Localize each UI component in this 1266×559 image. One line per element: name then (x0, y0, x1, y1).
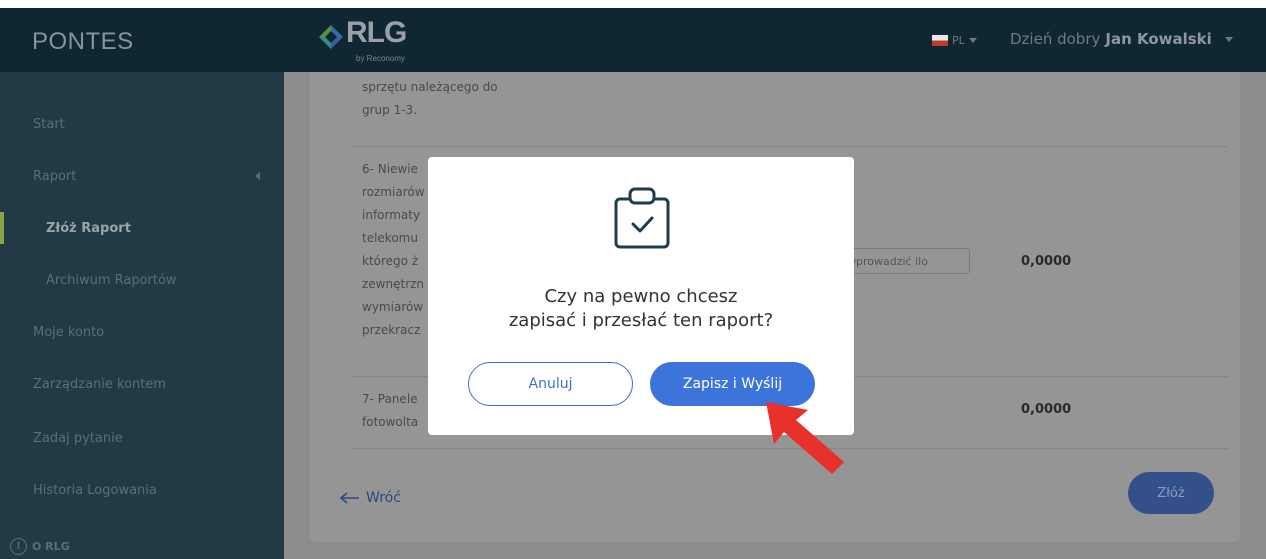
about-rlg-link[interactable]: ! O RLG (10, 538, 70, 555)
row-text-line: rozmiarów (362, 185, 425, 199)
language-label: PL (952, 34, 965, 47)
user-menu[interactable]: Dzień dobry Jan Kowalski (1010, 30, 1233, 48)
sidebar-item-start[interactable]: Start (0, 104, 284, 144)
collapse-arrow-icon (255, 172, 260, 180)
row-text-line: telekomu (362, 231, 418, 245)
red-arrow-annotation-icon (766, 402, 844, 474)
brand-title[interactable]: PONTES (32, 28, 134, 56)
chevron-down-icon (968, 38, 977, 43)
row-5-text: sprzętu należącego do grup 1-3. (362, 76, 498, 122)
row-text-line: 6- Niewie (362, 162, 419, 176)
rlg-logo[interactable]: RLG by Reconomy (318, 16, 438, 68)
confirm-dialog: Czy na pewno chcesz zapisać i przesłać t… (428, 157, 854, 435)
back-link[interactable]: Wróć (340, 490, 401, 506)
arrow-left-icon (340, 492, 359, 504)
sidebar-item-label: Zarządzanie kontem (33, 376, 167, 392)
sidebar-item-raport[interactable]: Raport (0, 156, 284, 196)
sidebar-item-moje-konto[interactable]: Moje konto (0, 312, 284, 352)
chevron-down-icon (1224, 36, 1233, 42)
sidebar-item-zarzadzanie[interactable]: Zarządzanie kontem (0, 364, 284, 404)
sidebar-item-label: Raport (33, 168, 77, 184)
row-text-line: wymiarów (362, 300, 424, 314)
sidebar-item-historia[interactable]: Historia Logowania (0, 470, 284, 510)
quantity-input-row6[interactable]: wprowadzić ilo (840, 248, 970, 274)
info-icon: ! (10, 538, 27, 555)
row-text-line: grup 1-3. (362, 103, 418, 117)
about-label: O RLG (32, 540, 70, 553)
sidebar-item-label: Złóż Raport (46, 220, 131, 236)
sidebar: Start Raport Złóż Raport Archiwum Raport… (0, 72, 284, 559)
row-divider (352, 146, 1228, 147)
dialog-question-line: Czy na pewno chcesz (544, 286, 738, 307)
row-text-line: sprzętu należącego do (362, 80, 498, 94)
back-label: Wróć (366, 490, 401, 506)
row-6-text: 6- Niewie rozmiarów informaty telekomu k… (362, 158, 425, 342)
sidebar-item-label: Zadaj pytanie (33, 430, 123, 446)
row-text-line: fotowolta (362, 415, 419, 429)
sidebar-item-label: Historia Logowania (33, 482, 157, 498)
flag-pl-icon (932, 35, 948, 46)
app-window: PONTES RLG by Reconomy PL Dzień dobry Ja… (0, 8, 1266, 559)
row-text-line: przekracz (362, 323, 421, 337)
dialog-question-line: zapisać i przesłać ten raport? (508, 310, 774, 331)
top-bar: PONTES RLG by Reconomy PL Dzień dobry Ja… (0, 8, 1266, 72)
logo-subtext: by Reconomy (356, 54, 405, 63)
user-name: Jan Kowalski (1105, 30, 1212, 48)
dialog-question: Czy na pewno chcesz zapisać i przesłać t… (428, 285, 854, 333)
row-text-line: informaty (362, 208, 421, 222)
submit-report-button[interactable]: Złóż (1128, 472, 1214, 514)
row-7-value: 0,0000 (1021, 402, 1072, 417)
sidebar-item-archiwum[interactable]: Archiwum Raportów (0, 260, 284, 300)
language-selector[interactable]: PL (932, 34, 977, 47)
logo-text: RLG (346, 16, 407, 49)
row-text-line: 7- Panele (362, 392, 418, 406)
row-text-line: zewnętrzn (362, 277, 425, 291)
logo-mark-icon (319, 25, 343, 49)
sidebar-item-label: Moje konto (33, 324, 105, 340)
active-indicator (0, 212, 4, 244)
sidebar-item-label: Archiwum Raportów (46, 272, 177, 288)
row-6-value: 0,0000 (1021, 254, 1072, 269)
greeting-text: Dzień dobry (1010, 30, 1101, 48)
row-text-line: którego ż (362, 254, 419, 268)
sidebar-item-zloz-raport[interactable]: Złóż Raport (0, 208, 284, 248)
sidebar-item-label: Start (33, 116, 65, 132)
cancel-button[interactable]: Anuluj (468, 362, 633, 406)
clipboard-check-icon (614, 187, 670, 249)
row-7-text: 7- Panele fotowolta (362, 388, 418, 434)
sidebar-item-zadaj-pytanie[interactable]: Zadaj pytanie (0, 418, 284, 458)
